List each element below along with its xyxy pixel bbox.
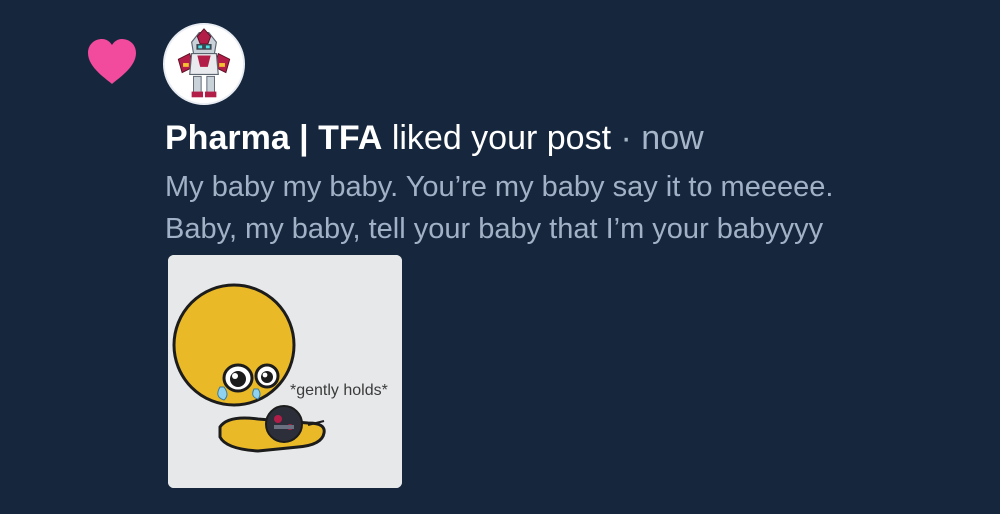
thumbnail-caption: *gently holds*	[290, 382, 388, 399]
separator-dot: ·	[620, 119, 632, 157]
post-excerpt-line: My baby my baby. You’re my baby say it t…	[165, 171, 834, 203]
username-link[interactable]: Pharma | TFA	[165, 119, 382, 157]
emoji-holding-illustration	[168, 255, 402, 488]
like-notification[interactable]: Pharma | TFA liked your post · now My ba…	[0, 0, 1000, 514]
robot-avatar-icon	[165, 25, 243, 103]
avatar[interactable]	[163, 23, 245, 105]
timestamp: now	[641, 119, 704, 157]
notification-action: liked your post	[391, 119, 612, 157]
post-thumbnail[interactable]: *gently holds*	[168, 255, 402, 488]
heart-icon	[84, 34, 140, 90]
notification-headline: Pharma | TFA liked your post · now	[165, 116, 704, 160]
post-excerpt-line: Baby, my baby, tell your baby that I’m y…	[165, 213, 824, 245]
post-excerpt[interactable]: My baby my baby. You’re my baby say it t…	[165, 166, 985, 250]
